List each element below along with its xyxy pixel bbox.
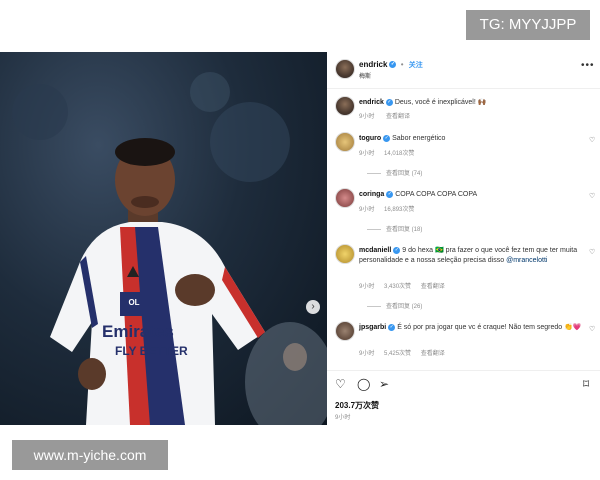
avatar[interactable] (335, 244, 355, 264)
more-horizontal-icon[interactable]: ••• (581, 60, 595, 71)
chevron-right-icon[interactable]: › (306, 300, 320, 314)
post-header: endrick ✓ • 关注 梅斯 ••• (327, 52, 600, 89)
verified-icon: ✓ (386, 190, 394, 198)
avatar[interactable] (335, 188, 355, 208)
comment-likes[interactable]: 5,425次赞 (384, 351, 411, 357)
caption-body: Deus, você é inexplicável! 🙌🏾 (394, 99, 487, 106)
player-illustration (12, 72, 327, 425)
comment-text: toguro ✓ Sabor energético (359, 134, 584, 144)
verified-icon: ✓ (393, 246, 401, 254)
post-author[interactable]: endrick ✓ • 关注 (359, 60, 423, 70)
caption-user[interactable]: endrick (359, 99, 384, 106)
comment-meta: 9小时 14,018次赞 (359, 148, 414, 157)
comment-meta: 9小时 3,430次赞 查看翻译 (359, 281, 445, 290)
verified-icon: ✓ (389, 61, 397, 69)
view-replies[interactable]: 查看回复 (74) (367, 168, 422, 177)
comment-body: É só por pra jogar que vc é craque! Não … (397, 324, 582, 331)
translate-link[interactable]: 查看翻译 (421, 351, 445, 357)
comment-time: 9小时 (359, 284, 375, 290)
comment-time: 9小时 (359, 207, 375, 213)
verified-icon: ✓ (383, 134, 391, 142)
comment-mention[interactable]: @mrancelotti (506, 257, 547, 264)
like-count[interactable]: 203.7万次赞 (335, 400, 379, 411)
avatar[interactable] (335, 59, 355, 79)
heart-icon[interactable]: ♡ (589, 136, 595, 144)
share-icon[interactable]: ➢ (379, 377, 389, 391)
comment-time: 9小时 (359, 351, 375, 357)
heart-icon[interactable]: ♡ (589, 325, 595, 333)
comment-user[interactable]: toguro (359, 135, 381, 142)
follow-button[interactable]: 关注 (409, 62, 423, 69)
follow-dot: • (400, 60, 404, 69)
comment-body: Sabor energético (392, 135, 446, 142)
bookmark-icon[interactable]: ⌑ (583, 377, 589, 391)
post-detail-panel: endrick ✓ • 关注 梅斯 ••• endrick ✓ Deus, você… (327, 52, 600, 425)
shirt-sponsor: Emirates (102, 322, 174, 341)
post-time: 9小时 (335, 415, 351, 421)
view-replies[interactable]: 查看回复 (26) (367, 301, 422, 310)
caption-time: 9小时 (359, 114, 375, 120)
tg-watermark: TG: MYYJJPP (466, 10, 590, 40)
caption-meta: 9小时 查看翻译 (359, 111, 410, 120)
shirt-badge: OL (128, 298, 140, 307)
post-action-bar: ♡ ◯ ➢ ⌑ 203.7万次赞 9小时 (327, 370, 600, 426)
verified-icon: ✓ (385, 98, 393, 106)
translate-link[interactable]: 查看翻译 (421, 284, 445, 290)
post-author-name[interactable]: endrick (359, 60, 387, 69)
avatar[interactable] (335, 132, 355, 152)
translate-link[interactable]: 查看翻译 (386, 114, 410, 120)
comment-body: COPA COPA COPA COPA (395, 191, 478, 198)
view-replies[interactable]: 查看回复 (18) (367, 224, 422, 233)
comment-user[interactable]: mcdaniell (359, 247, 391, 254)
comment-meta: 9小时 16,893次赞 (359, 204, 414, 213)
heart-icon[interactable]: ♡ (589, 248, 595, 256)
like-heart-icon[interactable]: ♡ (335, 377, 346, 391)
comment-text: coringa ✓ COPA COPA COPA COPA (359, 190, 584, 200)
caption-text: endrick ✓ Deus, você é inexplicável! 🙌🏾 (359, 98, 591, 108)
avatar[interactable] (335, 321, 355, 341)
post-photo: OL Emirates FLY BETTER › (0, 52, 327, 425)
comment-text: jpsgarbi ✓ É só por pra jogar que vc é cr… (359, 323, 584, 333)
comment-user[interactable]: coringa (359, 191, 384, 198)
shirt-sponsor-sub: FLY BETTER (115, 344, 188, 358)
comment-user[interactable]: jpsgarbi (359, 324, 386, 331)
post-location[interactable]: 梅斯 (359, 71, 371, 80)
comment-meta: 9小时 5,425次赞 查看翻译 (359, 348, 445, 357)
verified-icon: ✓ (388, 323, 396, 331)
comment-likes[interactable]: 14,018次赞 (384, 151, 414, 157)
avatar[interactable] (335, 96, 355, 116)
comment-time: 9小时 (359, 151, 375, 157)
comment-text: mcdaniell ✓ 9 do hexa 🇧🇷 pra fazer o que … (359, 246, 584, 266)
heart-icon[interactable]: ♡ (589, 192, 595, 200)
comment-likes[interactable]: 16,893次赞 (384, 207, 414, 213)
comment-icon[interactable]: ◯ (357, 377, 370, 391)
site-watermark: www.m-yiche.com (12, 440, 168, 470)
comment-likes[interactable]: 3,430次赞 (384, 284, 411, 290)
